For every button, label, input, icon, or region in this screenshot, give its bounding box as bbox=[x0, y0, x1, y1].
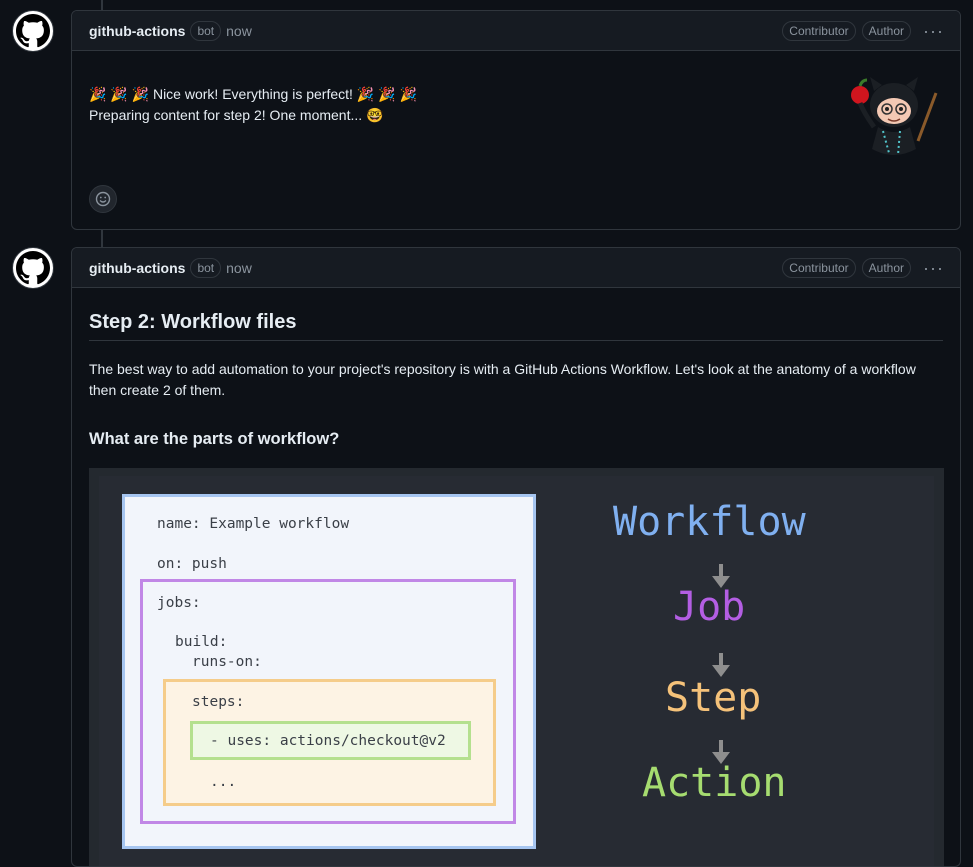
code-name-line: name: Example workflow bbox=[157, 516, 350, 532]
avatar[interactable] bbox=[12, 10, 54, 52]
diagram-canvas: name: Example workflow on: push jobs: bu… bbox=[99, 476, 934, 866]
github-octocat-icon bbox=[16, 251, 50, 285]
workflow-code-panel: name: Example workflow on: push jobs: bu… bbox=[122, 494, 536, 849]
code-ellipsis: ... bbox=[210, 774, 237, 790]
contributor-label: Contributor bbox=[782, 20, 856, 41]
code-on-line: on: push bbox=[157, 556, 227, 572]
hierarchy-workflow-label: Workflow bbox=[613, 499, 806, 545]
author-label: Author bbox=[861, 20, 912, 41]
hierarchy-action-label: Action bbox=[642, 760, 787, 806]
comment-timestamp[interactable]: now bbox=[226, 23, 252, 39]
bot-badge: bot bbox=[190, 20, 222, 41]
comment-header: github-actions bot now Contributor Autho… bbox=[72, 11, 960, 51]
step-description: The best way to add automation to your p… bbox=[89, 361, 916, 398]
comment-header: github-actions bot now Contributor Autho… bbox=[72, 248, 960, 288]
comment-author[interactable]: github-actions bbox=[89, 23, 185, 39]
code-jobs-line: jobs: bbox=[157, 595, 201, 611]
contributor-label: Contributor bbox=[782, 257, 856, 278]
code-runs-on-line: runs-on: bbox=[192, 654, 262, 670]
smiley-icon bbox=[95, 191, 111, 207]
workflow-anatomy-diagram: name: Example workflow on: push jobs: bu… bbox=[89, 468, 944, 866]
code-uses-line: - uses: actions/checkout@v2 bbox=[210, 733, 446, 749]
hierarchy-step-label: Step bbox=[665, 675, 762, 721]
avatar[interactable] bbox=[12, 247, 54, 289]
comment-body: 🎉 🎉 🎉 Nice work! Everything is perfect! … bbox=[72, 51, 960, 229]
comment-body: Step 2: Workflow files The best way to a… bbox=[72, 288, 960, 866]
comment-line: 🎉 🎉 🎉 Nice work! Everything is perfect! … bbox=[89, 86, 417, 102]
comment-timestamp[interactable]: now bbox=[226, 260, 252, 276]
comment-card: github-actions bot now Contributor Autho… bbox=[71, 10, 961, 230]
kebab-menu-icon[interactable]: ··· bbox=[923, 22, 944, 40]
kebab-menu-icon[interactable]: ··· bbox=[923, 259, 944, 277]
hierarchy-job-label: Job bbox=[673, 584, 746, 630]
code-steps-line: steps: bbox=[192, 694, 245, 710]
bot-badge: bot bbox=[190, 257, 222, 278]
section-subheading: What are the parts of workflow? bbox=[89, 430, 340, 448]
step-heading: Step 2: Workflow files bbox=[89, 312, 943, 341]
add-reaction-button[interactable] bbox=[89, 185, 117, 213]
comment-card: github-actions bot now Contributor Autho… bbox=[71, 247, 961, 867]
octocat-mascot-illustration bbox=[851, 77, 938, 156]
code-build-line: build: bbox=[175, 634, 228, 650]
github-octocat-icon bbox=[16, 14, 50, 48]
author-label: Author bbox=[861, 257, 912, 278]
comment-line: Preparing content for step 2! One moment… bbox=[89, 107, 384, 123]
comment-author[interactable]: github-actions bbox=[89, 260, 185, 276]
